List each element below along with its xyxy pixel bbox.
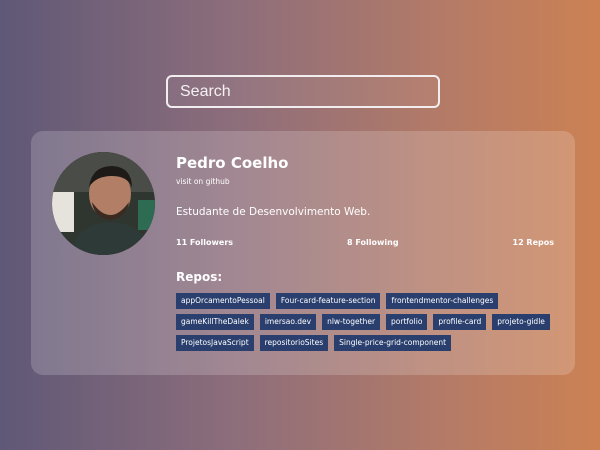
profile-card: Pedro Coelho visit on github Estudante d… [31, 131, 575, 375]
search-input[interactable] [166, 75, 440, 108]
repo-tag[interactable]: repositorioSites [259, 335, 329, 351]
repo-tag[interactable]: nlw-together [322, 314, 381, 330]
repo-tag[interactable]: appOrcamentoPessoal [176, 293, 270, 309]
repo-tag[interactable]: portfolio [386, 314, 428, 330]
repo-list: appOrcamentoPessoal Four-card-feature-se… [176, 293, 556, 351]
avatar [52, 152, 155, 255]
profile-bio: Estudante de Desenvolvimento Web. [176, 206, 371, 218]
repo-tag[interactable]: Single-price-grid-component [334, 335, 452, 351]
followers-count: 11 Followers [176, 238, 234, 247]
repo-tag[interactable]: projeto-gidle [492, 314, 550, 330]
repo-tag[interactable]: profile-card [433, 314, 487, 330]
following-count: 8 Following [347, 238, 399, 247]
repo-tag[interactable]: Four-card-feature-section [275, 293, 381, 309]
profile-stats: 11 Followers 8 Following 12 Repos [176, 238, 554, 247]
repo-tag[interactable]: ProjetosJavaScript [176, 335, 254, 351]
repo-tag[interactable]: imersao.dev [259, 314, 317, 330]
repos-count: 12 Repos [512, 238, 555, 247]
profile-name: Pedro Coelho [176, 154, 289, 172]
repos-heading: Repos: [176, 270, 223, 284]
avatar-photo [52, 152, 155, 255]
github-link[interactable]: visit on github [176, 177, 230, 186]
repo-tag[interactable]: gameKillTheDalek [176, 314, 254, 330]
repo-tag[interactable]: frontendmentor-challenges [386, 293, 499, 309]
